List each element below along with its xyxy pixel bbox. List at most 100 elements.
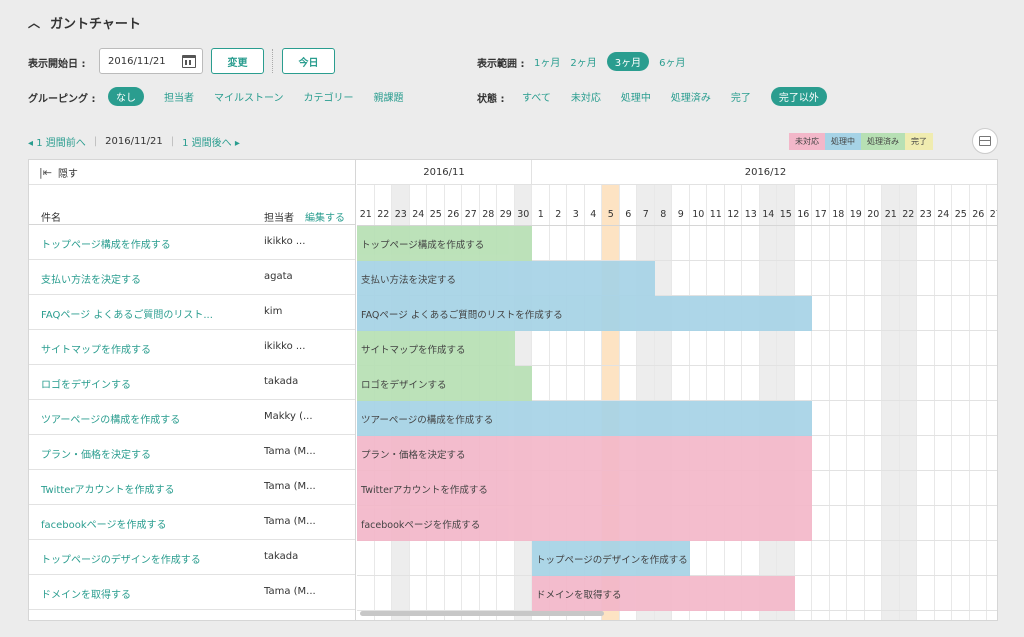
status-filter-1[interactable]: 未対応 [571,89,601,104]
status-label: 状態 : [477,94,505,105]
legend-item: 処理中 [825,133,861,150]
today-button[interactable]: 今日 [282,48,335,74]
task-name-link[interactable]: ツアーページの構成を作成する [41,411,180,426]
day-number: 22 [902,209,915,220]
table-row[interactable]: ロゴをデザインする takada [29,365,355,400]
status-filter-3[interactable]: 処理済み [671,89,711,104]
day-number: 19 [849,209,862,220]
range-option-0[interactable]: 1ヶ月 [534,54,560,69]
edit-link[interactable]: 編集する [305,209,345,224]
nav-separator: | [170,136,175,147]
next-week-link[interactable]: 1 週間後へ ▸ [182,134,240,149]
table-row[interactable]: 支払い方法を決定する agata [29,260,355,295]
month-row: 2016/11 2016/12 [357,160,997,185]
horizontal-scrollbar[interactable] [360,611,604,616]
start-date-label: 表示開始日 : [28,59,86,70]
table-row[interactable]: ツアーページの構成を作成する Makky (... [29,400,355,435]
prev-week-link[interactable]: ◂ 1 週間前へ [28,134,86,149]
day-number: 28 [482,209,495,220]
task-name-link[interactable]: FAQページ よくあるご質問のリスト... [41,306,213,321]
grouping-option-1[interactable]: 担当者 [164,89,194,104]
task-name-link[interactable]: facebookページを作成する [41,516,166,531]
range-option-3[interactable]: 6ヶ月 [659,54,685,69]
gantt-bar[interactable]: サイトマップを作成する [357,331,515,366]
day-number: 20 [867,209,880,220]
day-column [899,185,917,620]
table-row[interactable]: ドメインを取得する Tama (M... [29,575,355,610]
day-column [987,185,997,620]
table-row[interactable]: Twitterアカウントを作成する Tama (M... [29,470,355,505]
settings-button[interactable] [972,128,998,154]
table-row[interactable]: トップページ構成を作成する ikikko ... [29,225,355,260]
status-legend: 未対応 処理中 処理済み 完了 [789,133,933,150]
calendar-icon[interactable] [182,55,196,68]
task-assignee: Tama (M... [264,516,316,527]
day-number: 27 [989,209,997,220]
task-name-link[interactable]: サイトマップを作成する [41,341,151,356]
day-column [847,185,865,620]
change-button[interactable]: 変更 [211,48,264,74]
divider [272,49,273,73]
gantt-bar[interactable]: facebookページを作成する [357,506,812,541]
day-column [935,185,952,620]
task-assignee: Makky (... [264,411,313,422]
gantt-bar[interactable]: トップページ構成を作成する [357,226,532,261]
day-number: 12 [727,209,740,220]
gantt-bar[interactable]: 支払い方法を決定する [357,261,655,296]
chevron-up-icon[interactable]: ︿ [28,14,40,31]
range-options: 1ヶ月 2ヶ月 3ヶ月 6ヶ月 [534,52,686,71]
status-filter-5[interactable]: 完了以外 [770,87,827,106]
column-task-name: 件名 [41,213,61,224]
day-number: 11 [709,209,722,220]
gantt-bar[interactable]: FAQページ よくあるご質問のリストを作成する [357,296,812,331]
table-row[interactable]: サイトマップを作成する ikikko ... [29,330,355,365]
page-title: ガントチャート [50,17,141,32]
day-number: 27 [464,209,477,220]
gantt-bar[interactable]: トップページのデザインを作成する [532,541,690,576]
table-row[interactable]: FAQページ よくあるご質問のリスト... kim [29,295,355,330]
gantt-bar[interactable]: Twitterアカウントを作成する [357,471,812,506]
range-option-1[interactable]: 2ヶ月 [570,54,596,69]
gantt-header[interactable]: ︿ ガントチャート [28,13,141,32]
day-number: 6 [625,209,632,220]
task-rows: トップページ構成を作成する ikikko ... 支払い方法を決定する agata FA… [29,225,355,610]
gantt-bar[interactable]: ドメインを取得する [532,576,795,611]
legend-item: 処理済み [861,133,905,150]
range-option-2[interactable]: 3ヶ月 [606,52,650,71]
task-name-link[interactable]: トップページ構成を作成する [41,236,171,251]
table-row[interactable]: facebookページを作成する Tama (M... [29,505,355,540]
day-column [865,185,882,620]
collapse-left-icon: |⇤ [39,165,52,179]
day-number: 30 [517,209,530,220]
task-name-link[interactable]: Twitterアカウントを作成する [41,481,175,496]
day-number: 13 [744,209,757,220]
grouping-option-4[interactable]: 親課題 [374,89,404,104]
gantt-bar[interactable]: プラン・価格を決定する [357,436,812,471]
task-assignee: ikikko ... [264,236,306,247]
day-column [970,185,987,620]
task-name-link[interactable]: ドメインを取得する [41,586,131,601]
day-number: 21 [359,209,372,220]
status-filter-0[interactable]: すべて [522,89,551,104]
day-column [917,185,935,620]
table-row[interactable]: トップページのデザインを作成する takada [29,540,355,575]
day-column [830,185,847,620]
gantt-bar[interactable]: ツアーページの構成を作成する [357,401,812,436]
status-filter-4[interactable]: 完了 [731,89,751,104]
task-name-link[interactable]: プラン・価格を決定する [41,446,151,461]
gantt-bar[interactable]: ロゴをデザインする [357,366,532,401]
task-name-link[interactable]: トップページのデザインを作成する [41,551,201,566]
day-number: 18 [832,209,845,220]
task-name-link[interactable]: ロゴをデザインする [41,376,131,391]
start-date-input[interactable]: 2016/11/21 [99,48,203,74]
grouping-option-3[interactable]: カテゴリー [304,89,354,104]
status-filter-2[interactable]: 処理中 [621,89,651,104]
day-number: 15 [779,209,792,220]
grouping-option-2[interactable]: マイルストーン [214,89,284,104]
table-row[interactable]: プラン・価格を決定する Tama (M... [29,435,355,470]
hide-panel-button[interactable]: |⇤ 隠す [29,160,355,185]
day-number: 1 [537,209,544,220]
prev-week-label: 1 週間前へ [36,138,86,149]
grouping-option-0[interactable]: なし [108,87,144,106]
task-name-link[interactable]: 支払い方法を決定する [41,271,141,286]
